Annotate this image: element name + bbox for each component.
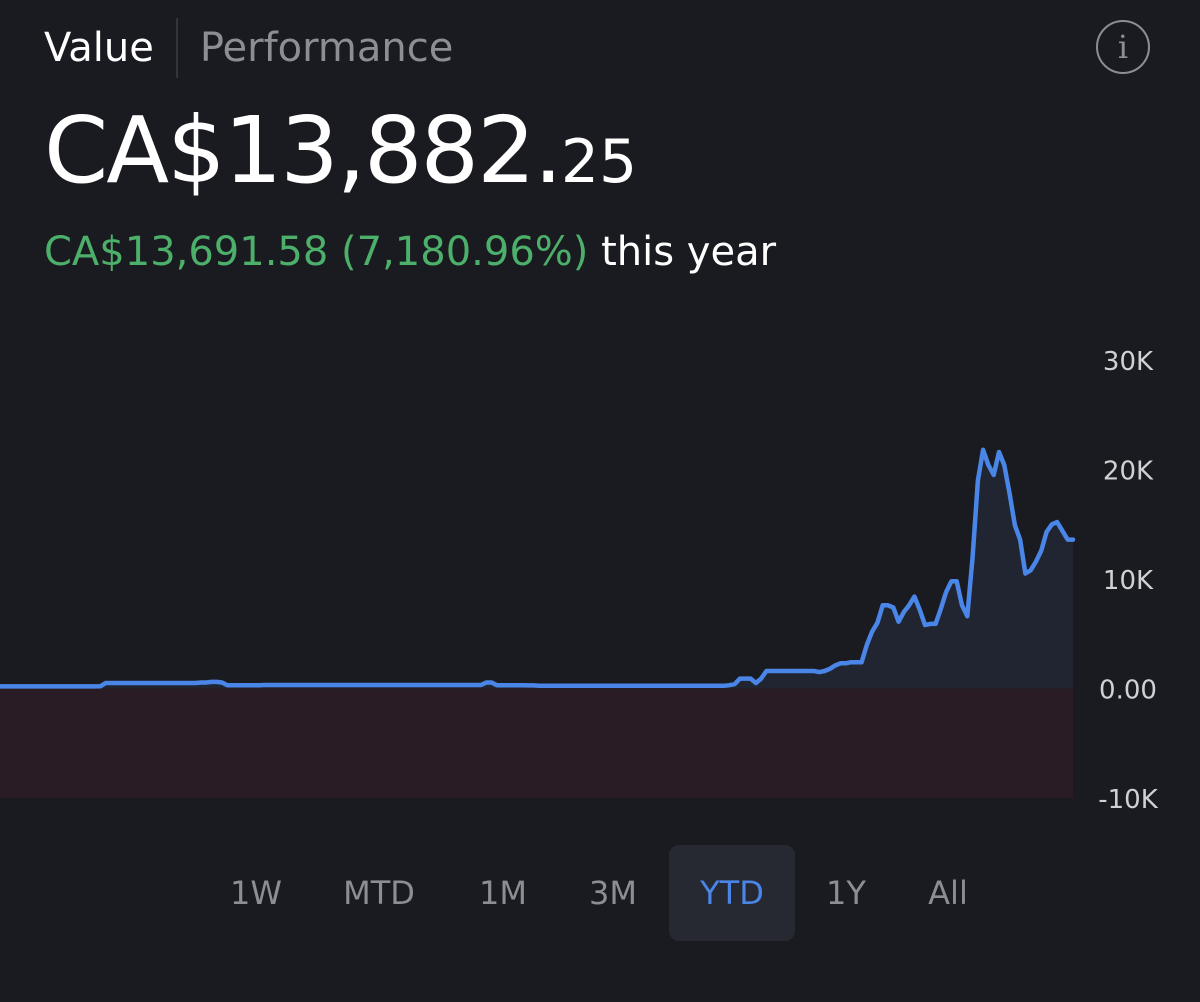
period-1w[interactable]: 1W (200, 845, 312, 941)
negative-zone (0, 688, 1073, 798)
portfolio-value: CA$13,882. 25 (44, 96, 637, 206)
period-mtd[interactable]: MTD (326, 845, 432, 941)
portfolio-change: CA$13,691.58 (7,180.96%) this year (44, 224, 776, 280)
period-1m[interactable]: 1M (450, 845, 556, 941)
period-all[interactable]: All (896, 845, 1000, 941)
tab-divider (175, 18, 178, 78)
info-icon[interactable]: i (1096, 20, 1150, 74)
y-tick-label: 10K (1103, 566, 1154, 596)
portfolio-chart[interactable]: 30K 20K 10K 0.00 -10K (0, 330, 1200, 830)
y-tick-label: 0.00 (1099, 676, 1157, 706)
y-tick-label: 30K (1103, 347, 1154, 377)
period-selector: 1W MTD 1M 3M YTD 1Y All (200, 845, 1000, 941)
y-tick-label: 20K (1103, 457, 1154, 487)
y-tick-label: -10K (1098, 785, 1158, 815)
period-3m[interactable]: 3M (560, 845, 666, 941)
chart-area-fill (0, 449, 1073, 689)
period-1y[interactable]: 1Y (794, 845, 898, 941)
change-amount: CA$13,691.58 (7,180.96%) (44, 229, 589, 275)
portfolio-value-cents: 25 (560, 127, 638, 197)
y-axis-ticks: 30K 20K 10K 0.00 -10K (1098, 347, 1158, 815)
period-ytd[interactable]: YTD (669, 845, 795, 941)
tab-value[interactable]: Value (44, 18, 154, 78)
tab-performance[interactable]: Performance (200, 18, 453, 78)
view-tabs: Value Performance (44, 18, 453, 78)
change-period-text: this year (601, 229, 777, 275)
portfolio-value-main: CA$13,882. (44, 97, 563, 204)
